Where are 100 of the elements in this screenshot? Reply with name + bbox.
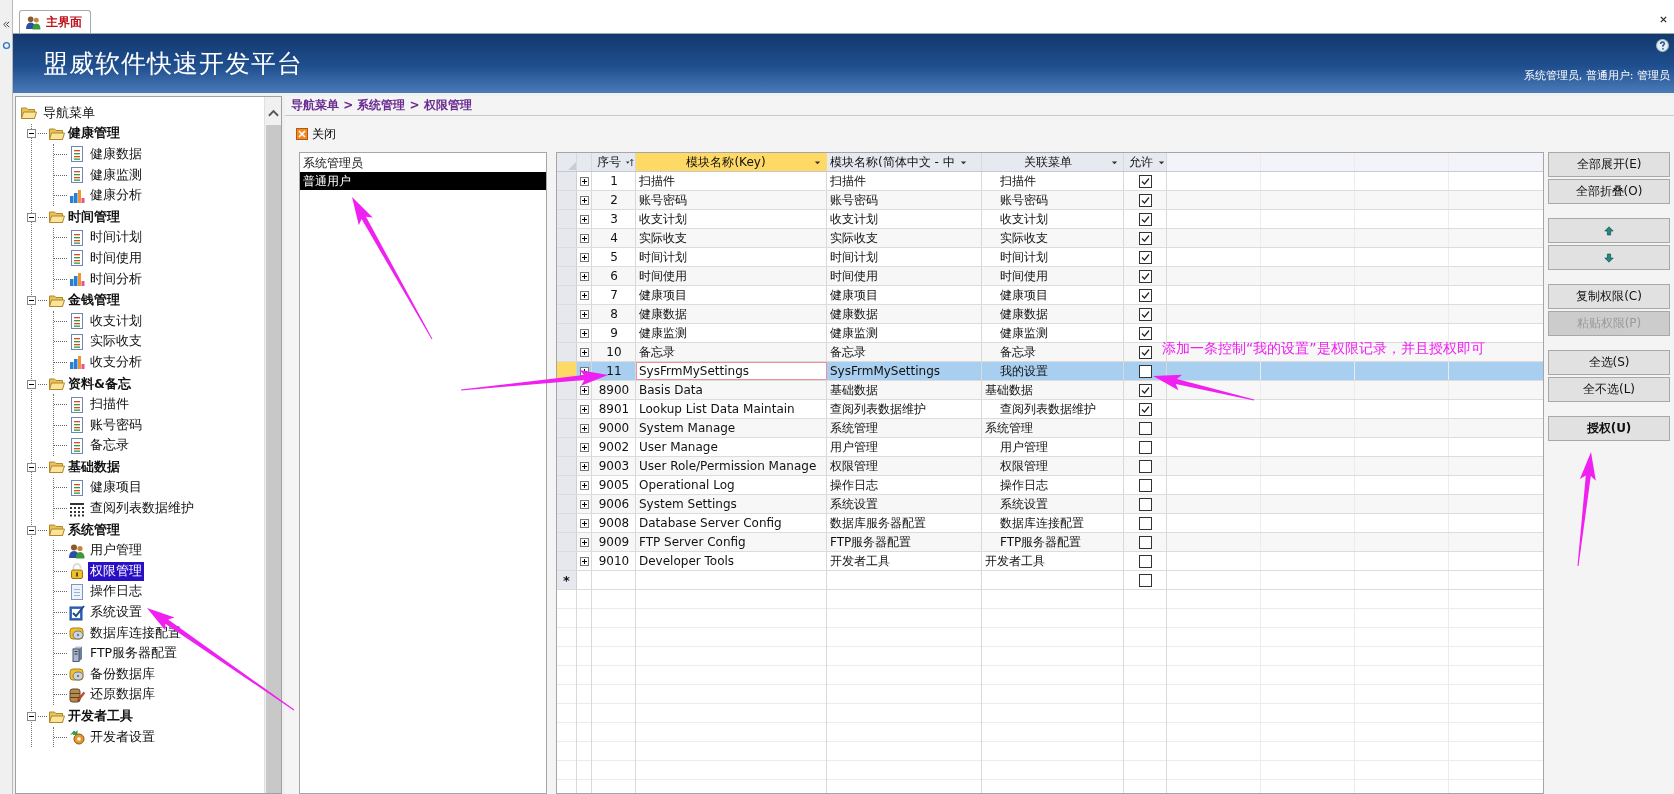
expand-icon[interactable]	[580, 176, 589, 186]
table-row[interactable]: 8901 Lookup List Data Maintain 查阅列表数据维护 查阅列表数据维护	[557, 400, 1543, 419]
tree-item[interactable]: 时间管理	[49, 208, 120, 226]
collapse-icon[interactable]	[27, 379, 36, 389]
table-row[interactable]: 7 健康项目 健康项目 健康项目	[557, 286, 1543, 305]
tree-item[interactable]: 金钱管理	[49, 292, 120, 310]
checkbox[interactable]	[1139, 478, 1152, 492]
checkbox[interactable]	[1139, 193, 1152, 207]
table-row[interactable]: *	[557, 571, 1543, 590]
expand-icon[interactable]	[580, 442, 589, 452]
table-row[interactable]: 5 时间计划 时间计划 时间计划	[557, 248, 1543, 267]
tree-item[interactable]: 查阅列表数据维护	[88, 499, 196, 519]
table-row[interactable]: 9003 User Role/Permission Manage 权限管理 权限管理	[557, 457, 1543, 476]
tree-item[interactable]: 时间使用	[88, 248, 144, 268]
tree-item[interactable]: 系统设置	[88, 603, 144, 623]
search-icon[interactable]	[1, 41, 11, 50]
tree-item[interactable]: 健康项目	[88, 478, 144, 498]
collapse-icon[interactable]	[27, 296, 36, 306]
checkbox[interactable]	[1139, 345, 1152, 359]
role-item[interactable]: 普通用户	[300, 172, 546, 190]
checkbox[interactable]	[1139, 573, 1152, 587]
tree-item[interactable]: 用户管理	[88, 541, 144, 561]
tree-item[interactable]: 健康分析	[88, 186, 144, 206]
close-button[interactable]: 关闭	[293, 123, 339, 145]
tree-item[interactable]: FTP服务器配置	[88, 644, 180, 664]
checkbox[interactable]	[1139, 383, 1152, 397]
column-header[interactable]: 关联菜单	[982, 153, 1124, 171]
checkbox[interactable]	[1139, 440, 1152, 454]
action-button[interactable]: 全部折叠(O)	[1548, 179, 1670, 204]
expand-icon[interactable]	[580, 480, 589, 490]
tree-item[interactable]: 扫描件	[88, 395, 131, 415]
table-row[interactable]: 9002 User Manage 用户管理 用户管理	[557, 438, 1543, 457]
checkbox[interactable]	[1139, 402, 1152, 416]
checkbox[interactable]	[1139, 231, 1152, 245]
checkbox[interactable]	[1139, 212, 1152, 226]
checkbox[interactable]	[1139, 497, 1152, 511]
role-item[interactable]: 系统管理员	[300, 154, 546, 172]
expand-icon[interactable]	[580, 461, 589, 471]
checkbox[interactable]	[1139, 554, 1152, 568]
tree-item[interactable]: 开发者设置	[88, 727, 157, 747]
column-header[interactable]: 允许	[1124, 153, 1167, 171]
table-row[interactable]: 11 SysFrmMySettings SysFrmMySettings 我的设置	[557, 362, 1543, 381]
close-icon[interactable]	[1659, 15, 1668, 24]
table-row[interactable]: 9010 Developer Tools 开发者工具 开发者工具	[557, 552, 1543, 571]
table-row[interactable]: 9006 System Settings 系统设置 系统设置	[557, 495, 1543, 514]
tree-item[interactable]: 时间分析	[88, 269, 144, 289]
expand-icon[interactable]	[580, 271, 589, 281]
expand-icon[interactable]	[580, 423, 589, 433]
checkbox[interactable]	[1139, 288, 1152, 302]
expand-icon[interactable]	[580, 404, 589, 414]
collapse-icon[interactable]	[27, 525, 36, 535]
checkbox[interactable]	[1139, 174, 1152, 188]
expand-icon[interactable]	[580, 537, 589, 547]
expand-icon[interactable]	[580, 252, 589, 262]
expand-icon[interactable]	[580, 518, 589, 528]
tree-item[interactable]: 操作日志	[88, 582, 144, 602]
tree-item[interactable]: 开发者工具	[49, 708, 133, 725]
checkbox[interactable]	[1139, 307, 1152, 321]
tree-item[interactable]: 系统管理	[49, 521, 120, 539]
table-row[interactable]: 4 实际收支 实际收支 实际收支	[557, 229, 1543, 248]
tree-item[interactable]: 还原数据库	[88, 685, 157, 705]
tree-item[interactable]: 备忘录	[88, 436, 131, 456]
collapse-icon[interactable]	[27, 212, 36, 222]
tree-item[interactable]: 账号密码	[88, 415, 144, 435]
checkbox[interactable]	[1139, 421, 1152, 435]
checkbox[interactable]	[1139, 364, 1152, 378]
help-icon[interactable]	[1656, 39, 1669, 52]
column-header[interactable]: 模块名称(Key)	[636, 153, 827, 171]
expand-icon[interactable]	[580, 385, 589, 395]
action-button[interactable]: 复制权限(C)	[1548, 284, 1670, 309]
checkbox[interactable]	[1139, 250, 1152, 264]
checkbox[interactable]	[1139, 269, 1152, 283]
expand-icon[interactable]	[580, 556, 589, 566]
checkbox[interactable]	[1139, 326, 1152, 340]
expand-icon[interactable]	[580, 290, 589, 300]
tree-item[interactable]: 健康管理	[49, 125, 120, 143]
table-row[interactable]: 1 扫描件 扫描件 扫描件	[557, 172, 1543, 191]
tree-item[interactable]: 健康数据	[88, 145, 144, 164]
collapse-icon[interactable]	[27, 712, 36, 721]
tree-item[interactable]: 备份数据库	[88, 664, 157, 684]
tree-item[interactable]: 收支计划	[88, 311, 144, 331]
scroll-up-icon[interactable]	[267, 109, 279, 117]
table-row[interactable]: 3 收支计划 收支计划 收支计划	[557, 210, 1543, 229]
tree-item[interactable]: 权限管理	[88, 561, 144, 581]
main-tab[interactable]: 主界面	[19, 10, 91, 33]
tree-item[interactable]: 健康监测	[88, 165, 144, 185]
collapse-icon[interactable]	[27, 129, 36, 139]
table-row[interactable]: 9005 Operational Log 操作日志 操作日志	[557, 476, 1543, 495]
checkbox[interactable]	[1139, 516, 1152, 530]
checkbox[interactable]	[1139, 459, 1152, 473]
column-header[interactable]: 模块名称(简体中文 - 中	[827, 153, 982, 171]
table-row[interactable]: 9009 FTP Server Config FTP服务器配置 FTP服务器配置	[557, 533, 1543, 552]
table-row[interactable]: 9008 Database Server Config 数据库服务器配置 数据库连接配置	[557, 514, 1543, 533]
action-button[interactable]: 全不选(L)	[1548, 377, 1670, 402]
expand-icon[interactable]	[580, 309, 589, 319]
expand-icon[interactable]	[580, 214, 589, 224]
action-button[interactable]: 全选(S)	[1548, 350, 1670, 375]
tree-item[interactable]: 基础数据	[49, 458, 120, 476]
expand-icon[interactable]	[580, 233, 589, 243]
table-row[interactable]: 9000 System Manage 系统管理 系统管理	[557, 419, 1543, 438]
